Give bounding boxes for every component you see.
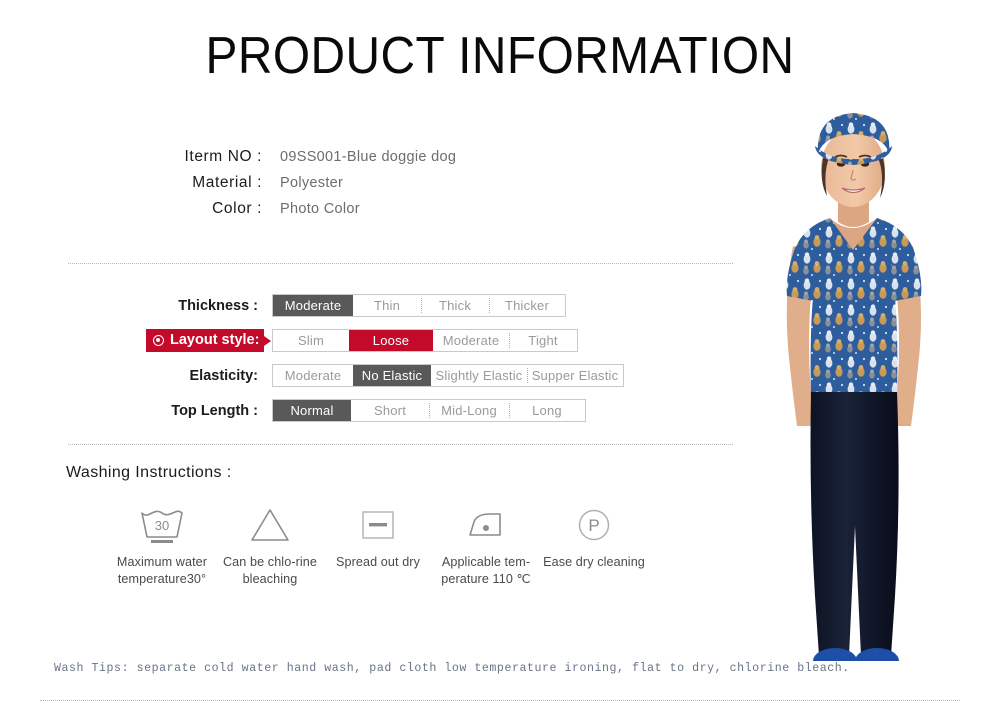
washing-icon-list: 30 Maximum water temperature30° Can be c… (108, 503, 648, 588)
spec-value-color: Photo Color (280, 201, 360, 217)
bleach-triangle-icon (245, 503, 295, 547)
wash-caption-temperature: Maximum water temperature30° (116, 555, 208, 586)
dry-clean-p-icon: P (570, 503, 618, 547)
option-group-top-length[interactable]: Normal Short Mid-Long Long (272, 399, 586, 422)
attr-label-elasticity: Elasticity: (189, 367, 259, 384)
option-elasticity-moderate[interactable]: Moderate (273, 365, 353, 386)
option-layout-tight[interactable]: Tight (509, 330, 577, 351)
spec-label-item-no: Iterm NO : (184, 148, 262, 165)
washing-instructions-heading: Washing Instructions : (66, 464, 232, 481)
wash-caption-flat-dry: Spread out dry (335, 555, 420, 569)
option-thickness-thicker[interactable]: Thicker (489, 295, 565, 316)
option-elasticity-supper-elastic[interactable]: Supper Elastic (527, 365, 623, 386)
option-elasticity-no-elastic[interactable]: No Elastic (353, 365, 431, 386)
iron-one-dot-icon (459, 503, 513, 547)
spec-row-item-no: Iterm NO : 09SS001-Blue doggie dog (152, 148, 612, 173)
wash-item-dry-clean: P Ease dry cleaning (540, 503, 648, 571)
spec-value-material: Polyester (280, 175, 344, 191)
option-group-layout-style[interactable]: Slim Loose Moderate Tight (272, 329, 578, 352)
wash-item-temperature: 30 Maximum water temperature30° (108, 503, 216, 588)
spec-label-material: Material : (192, 174, 262, 191)
option-top-length-normal[interactable]: Normal (273, 400, 351, 421)
wash-caption-bleach: Can be chlo-rine bleaching (222, 555, 317, 586)
divider-top (68, 263, 733, 264)
label-arrow-icon (264, 335, 271, 346)
option-elasticity-slightly-elastic[interactable]: Slightly Elastic (431, 365, 527, 386)
attr-label-layout-style-text: Layout style: (170, 332, 260, 348)
wash-caption-dry-clean: Ease dry cleaning (543, 555, 645, 569)
attr-label-top-length: Top Length : (171, 402, 258, 419)
spec-row-color: Color : Photo Color (152, 200, 612, 225)
divider-bottom (40, 700, 960, 701)
option-thickness-thick[interactable]: Thick (421, 295, 489, 316)
option-layout-moderate[interactable]: Moderate (433, 330, 509, 351)
spec-list: Iterm NO : 09SS001-Blue doggie dog Mater… (152, 148, 612, 226)
divider-middle (68, 444, 733, 445)
option-thickness-moderate[interactable]: Moderate (273, 295, 353, 316)
attr-label-thickness: Thickness : (178, 297, 258, 314)
wash-caption-ironing: Applicable tem-perature 110 ℃ (441, 555, 531, 586)
option-layout-slim[interactable]: Slim (273, 330, 349, 351)
svg-text:P: P (588, 516, 599, 535)
wash-item-flat-dry: Spread out dry (324, 503, 432, 571)
option-top-length-short[interactable]: Short (351, 400, 429, 421)
option-thickness-thin[interactable]: Thin (353, 295, 421, 316)
option-group-thickness[interactable]: Moderate Thin Thick Thicker (272, 294, 566, 317)
spec-value-item-no: 09SS001-Blue doggie dog (280, 149, 457, 165)
attr-row-thickness: Thickness : Moderate Thin Thick Thicker (152, 294, 624, 317)
spec-row-material: Material : Polyester (152, 174, 612, 199)
spec-label-color: Color : (212, 200, 262, 217)
radio-target-icon (153, 335, 164, 346)
wash-tub-30-icon: 30 (134, 503, 190, 547)
attr-row-layout-style: Layout style: Slim Loose Moderate Tight (146, 329, 624, 352)
option-top-length-mid-long[interactable]: Mid-Long (429, 400, 509, 421)
page-title: PRODUCT INFORMATION (205, 27, 795, 85)
flat-dry-square-icon (354, 503, 402, 547)
attr-row-elasticity: Elasticity: Moderate No Elastic Slightly… (152, 364, 624, 387)
wash-tips-text: Wash Tips: separate cold water hand wash… (54, 662, 850, 675)
wash-item-ironing: Applicable tem-perature 110 ℃ (432, 503, 540, 588)
attr-row-top-length: Top Length : Normal Short Mid-Long Long (152, 399, 624, 422)
option-group-elasticity[interactable]: Moderate No Elastic Slightly Elastic Sup… (272, 364, 624, 387)
option-layout-loose[interactable]: Loose (349, 330, 433, 351)
option-top-length-long[interactable]: Long (509, 400, 585, 421)
svg-text:30: 30 (155, 518, 169, 533)
attr-label-layout-style: Layout style: (146, 329, 264, 352)
wash-item-bleach: Can be chlo-rine bleaching (216, 503, 324, 588)
attribute-rows: Thickness : Moderate Thin Thick Thicker … (146, 294, 624, 434)
product-model-photo (735, 96, 1000, 661)
